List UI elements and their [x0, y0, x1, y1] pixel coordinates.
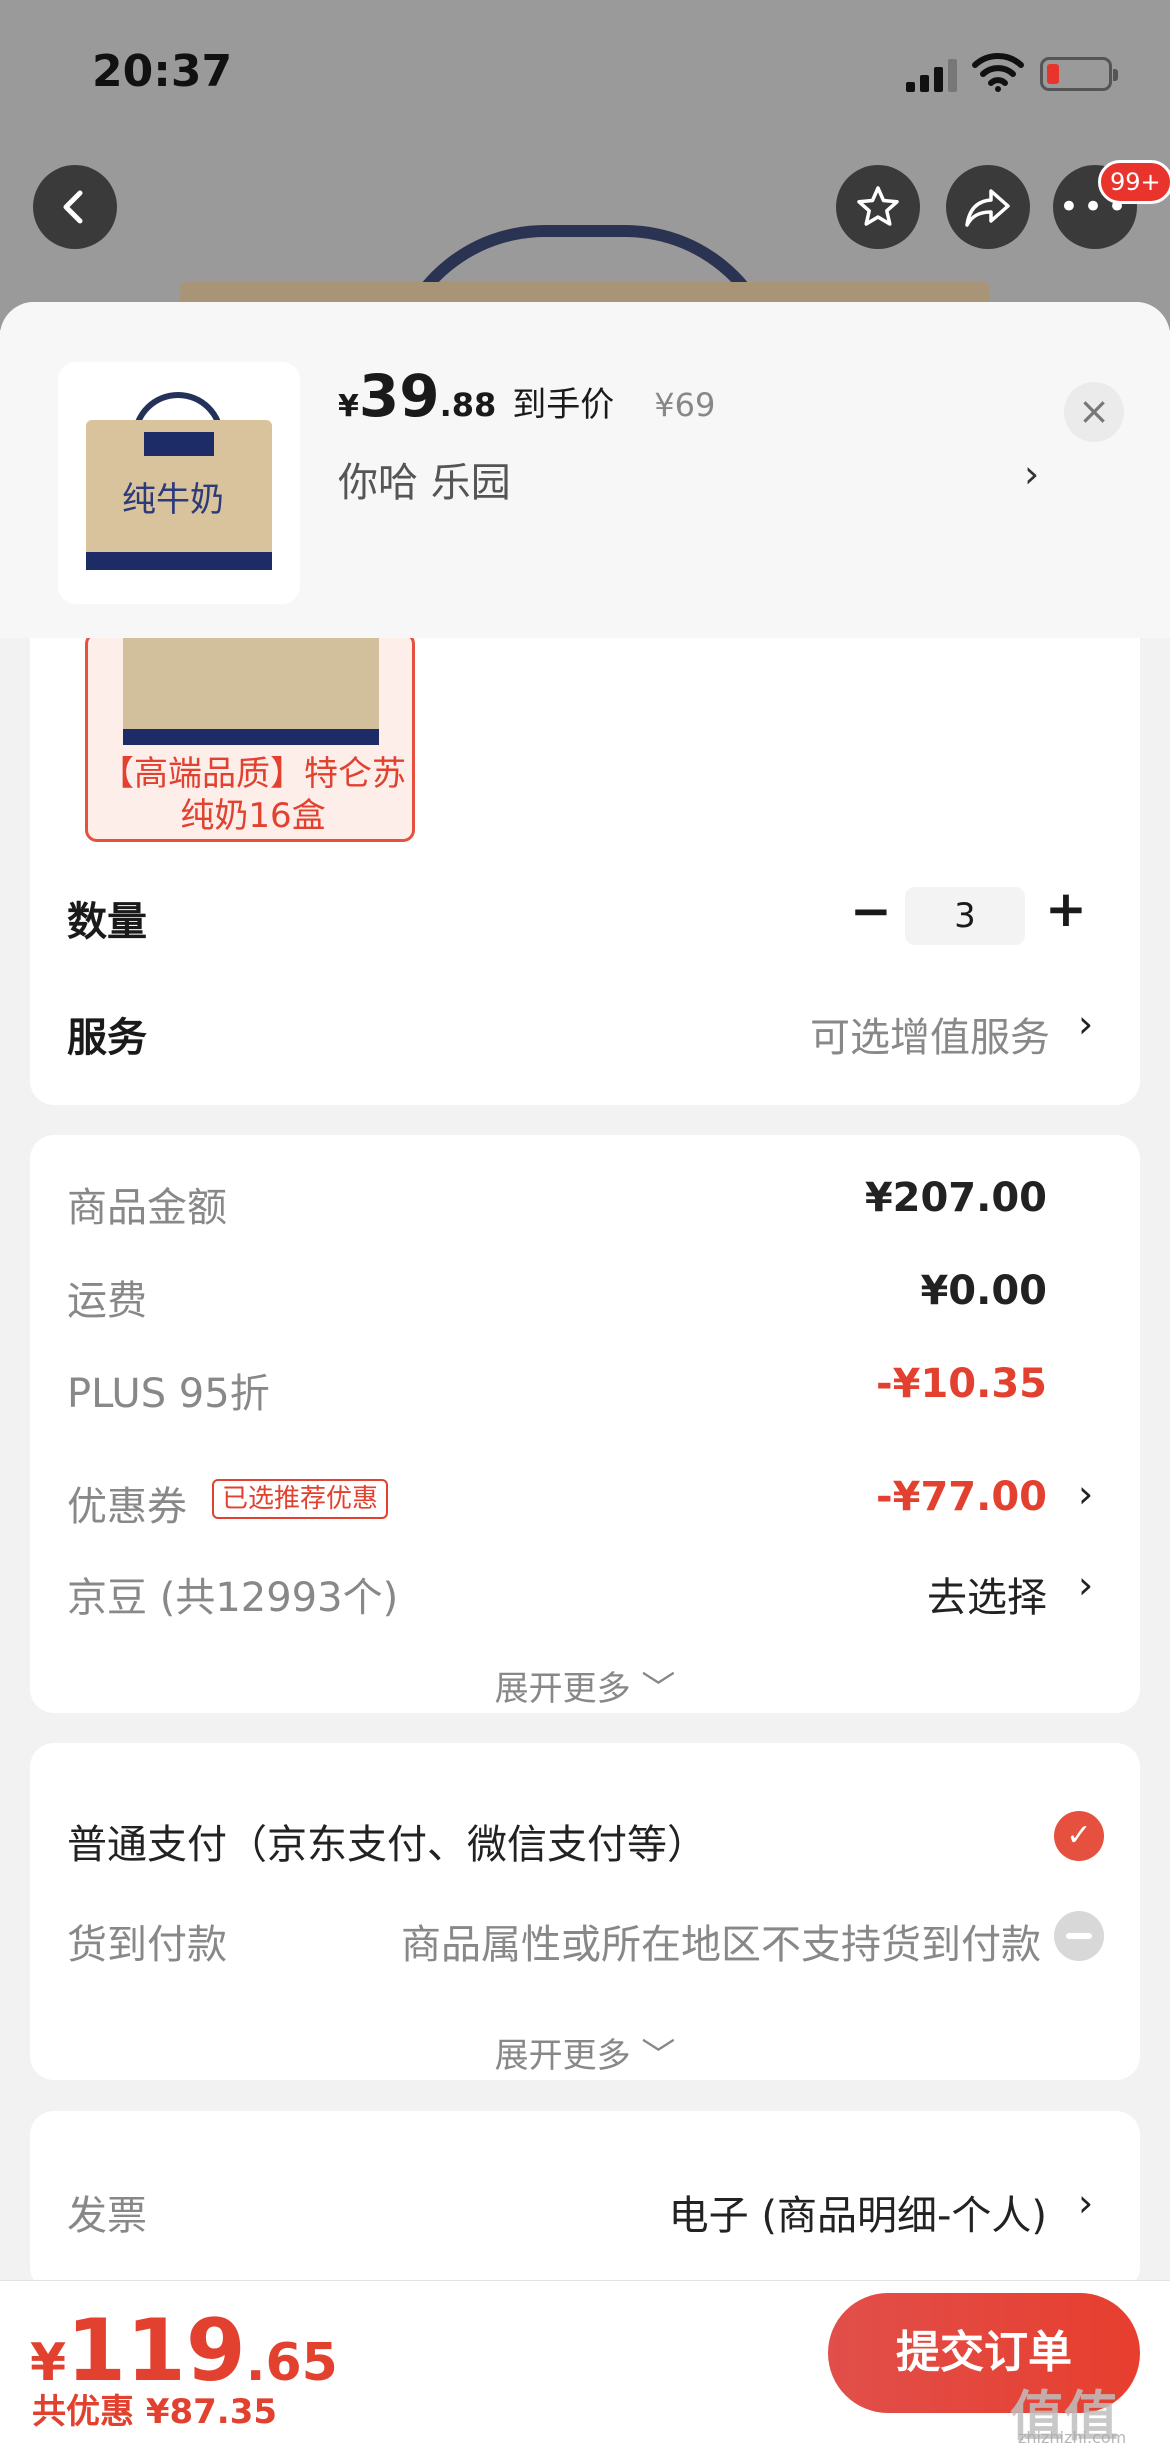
total-discount: 共优惠 ¥87.35 [32, 2392, 278, 2432]
coupon-label: 优惠券 [67, 1484, 187, 1530]
favorite-button[interactable] [836, 165, 920, 249]
background-product-page: 20:37 ••• 99+ [0, 0, 1170, 330]
goods-amount-value: ¥207.00 [864, 1175, 1047, 1221]
plus-discount-label: PLUS 95折 [67, 1371, 270, 1417]
status-time: 20:37 [92, 46, 233, 97]
expand-more-button[interactable]: 展开更多 ﹀ [30, 2028, 1140, 2077]
wifi-icon [972, 52, 1024, 96]
invoice-label: 发票 [67, 2193, 147, 2239]
chevron-left-icon [63, 190, 83, 224]
quantity-input[interactable]: 3 [905, 887, 1025, 945]
share-button[interactable] [946, 165, 1030, 249]
checkout-bar: ¥ 119 .65 共优惠 ¥87.35 提交订单 [0, 2280, 1170, 2453]
price-decimal: .88 [439, 386, 497, 424]
variant-image [123, 635, 379, 745]
disabled-icon [1054, 1911, 1104, 1961]
currency-symbol: ¥ [338, 389, 359, 424]
back-button[interactable] [33, 165, 117, 249]
chevron-right-icon[interactable]: › [1024, 452, 1039, 496]
close-icon[interactable]: × [1064, 382, 1124, 442]
quantity-label: 数量 [67, 899, 147, 945]
watermark-url: zhizhizhi.com [1018, 2428, 1127, 2447]
service-value[interactable]: 可选增值服务 [810, 1005, 1050, 1063]
box-name: 纯牛奶 [122, 480, 224, 520]
shipping-value: ¥0.00 [920, 1268, 1047, 1314]
notification-badge: 99+ [1098, 160, 1170, 204]
price-breakdown-card: 商品金额 ¥207.00 运费 ¥0.00 PLUS 95折 -¥10.35 优… [30, 1135, 1140, 1713]
price-integer: 39 [358, 362, 440, 430]
chevron-right-icon[interactable]: › [1078, 1472, 1093, 1516]
order-sheet: 【高端品质】特仑苏纯奶16盒 数量 − 3 + 服务 可选增值服务 › 商品金额… [0, 302, 1170, 2453]
status-bar: 20:37 [0, 0, 1170, 140]
share-icon [965, 189, 1010, 227]
payment-method-card: 普通支付（京东支付、微信支付等） ✓ 货到付款 商品属性或所在地区不支持货到付款… [30, 1743, 1140, 2080]
battery-icon [1040, 57, 1118, 91]
goods-amount-label: 商品金额 [67, 1185, 227, 1231]
variant-option-selected[interactable]: 【高端品质】特仑苏纯奶16盒 [85, 632, 415, 842]
variant-label: 【高端品质】特仑苏纯奶16盒 [100, 754, 406, 836]
jd-beans-value[interactable]: 去选择 [927, 1565, 1047, 1623]
quantity-increase-button[interactable]: + [1045, 880, 1087, 938]
price-label: 到手价 [512, 385, 615, 425]
jd-beans-label: 京豆 (共12993个) [67, 1575, 399, 1621]
chevron-right-icon[interactable]: › [1078, 1563, 1093, 1607]
payment-option-online-label[interactable]: 普通支付（京东支付、微信支付等） [67, 1812, 707, 1870]
service-label: 服务 [67, 1015, 147, 1061]
coupon-value[interactable]: -¥77.00 [876, 1474, 1047, 1520]
payment-option-cod-note: 商品属性或所在地区不支持货到付款 [401, 1922, 1041, 1968]
price-row: ¥ 39 .88 到手价 ¥69 [338, 362, 715, 432]
invoice-card[interactable]: 发票 电子 (商品明细-个人) › [30, 2111, 1140, 2291]
quantity-decrease-button[interactable]: − [850, 882, 892, 940]
invoice-value[interactable]: 电子 (商品明细-个人) [669, 2183, 1047, 2241]
coupon-tag: 已选推荐优惠 [212, 1479, 389, 1519]
product-thumbnail: 纯牛奶 [58, 362, 300, 604]
star-icon [857, 186, 899, 226]
plus-discount-value: -¥10.35 [876, 1361, 1047, 1407]
payment-option-cod-label: 货到付款 [67, 1922, 227, 1968]
milk-box-image: 纯牛奶 [86, 392, 272, 578]
shipping-label: 运费 [67, 1278, 147, 1324]
signal-icon [906, 58, 958, 92]
selected-spec[interactable]: 你哈 乐园 [338, 450, 511, 508]
original-price: ¥69 [654, 386, 716, 424]
check-icon[interactable]: ✓ [1054, 1811, 1104, 1861]
chevron-right-icon[interactable]: › [1078, 1002, 1093, 1046]
product-summary-header: 纯牛奶 ¥ 39 .88 到手价 ¥69 你哈 乐园 › × [0, 302, 1170, 638]
expand-more-button[interactable]: 展开更多 ﹀ [30, 1661, 1140, 1710]
chevron-right-icon[interactable]: › [1078, 2181, 1093, 2225]
